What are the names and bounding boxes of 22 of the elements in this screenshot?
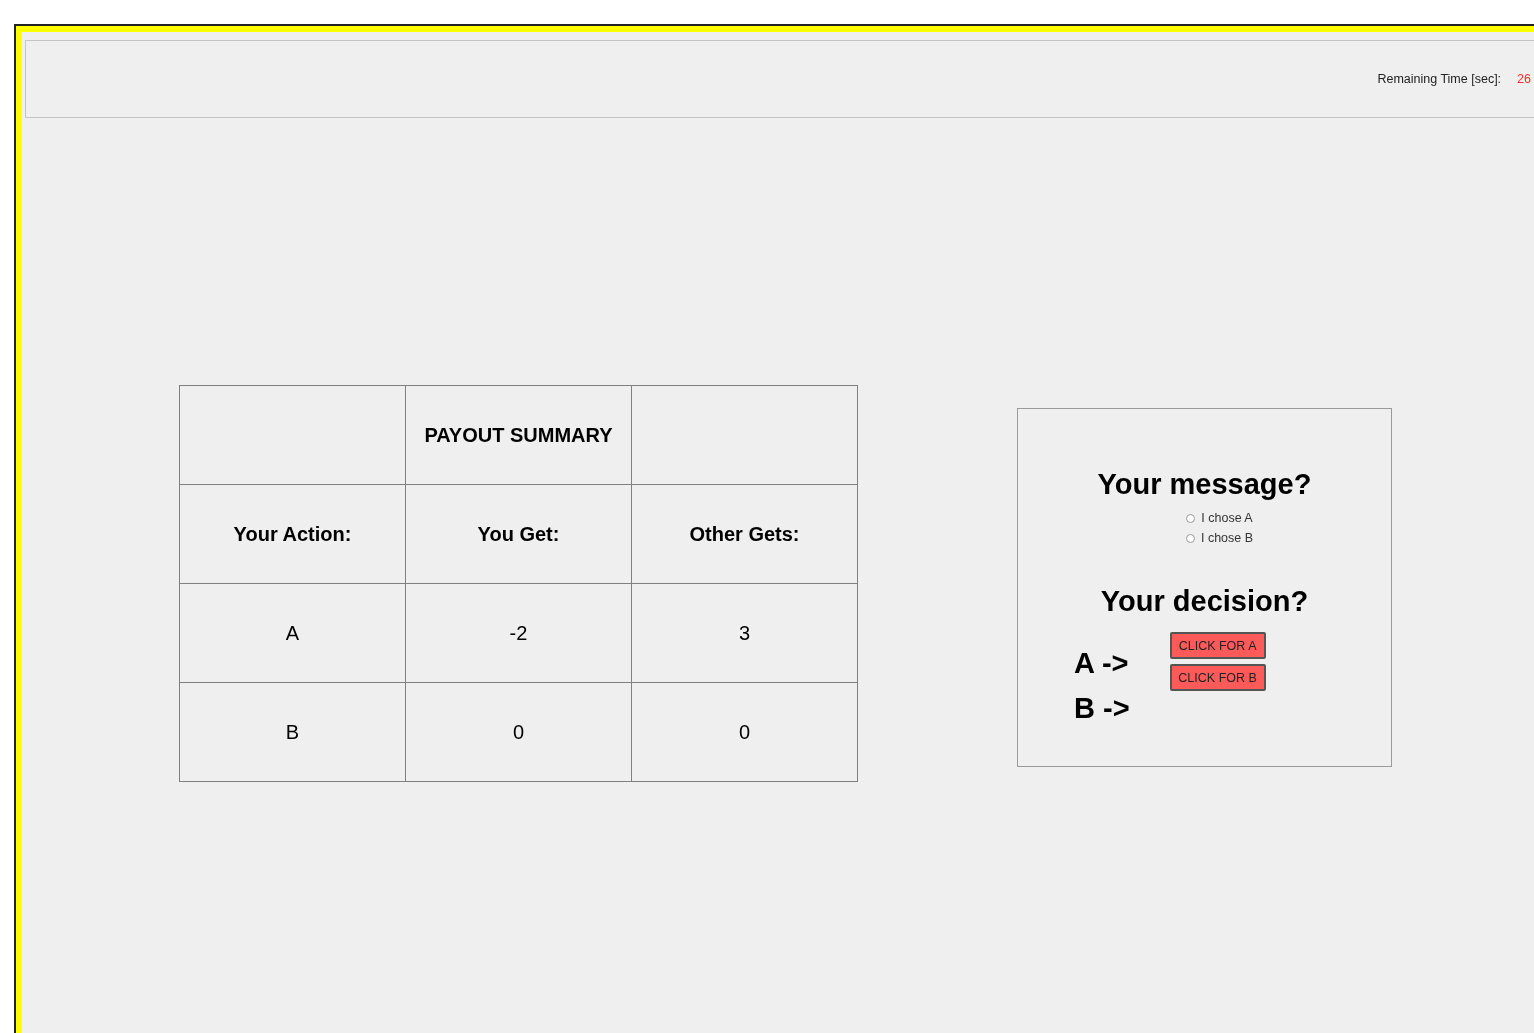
radio-button[interactable] — [1186, 513, 1196, 523]
choice-button[interactable]: CLICK FOR B — [1169, 664, 1266, 691]
radio-label[interactable]: I chose B — [1200, 531, 1254, 545]
table-cell: -2 — [405, 583, 632, 683]
table-cell: B — [179, 682, 406, 782]
table-cell: A — [179, 583, 406, 683]
table-cell: 0 — [405, 682, 632, 782]
choice-label: A -> — [1074, 649, 1130, 678]
column-header: Your Action: — [179, 484, 406, 584]
column-header: You Get: — [405, 484, 632, 584]
table-title: PAYOUT SUMMARY — [405, 385, 632, 485]
message-heading: Your message? — [1096, 470, 1313, 499]
radio-label[interactable]: I chose A — [1201, 511, 1253, 525]
decision-heading: Your decision? — [1099, 587, 1310, 616]
timer-value: 26 — [1517, 72, 1531, 86]
column-header: Other Gets: — [631, 484, 858, 584]
table-cell: 3 — [631, 583, 858, 683]
timer-label: Remaining Time [sec]: — [1377, 72, 1502, 86]
choice-label: B -> — [1074, 694, 1130, 723]
choice-button[interactable]: CLICK FOR A — [1169, 632, 1266, 659]
table-cell: 0 — [631, 682, 858, 782]
radio-button[interactable] — [1185, 533, 1195, 543]
